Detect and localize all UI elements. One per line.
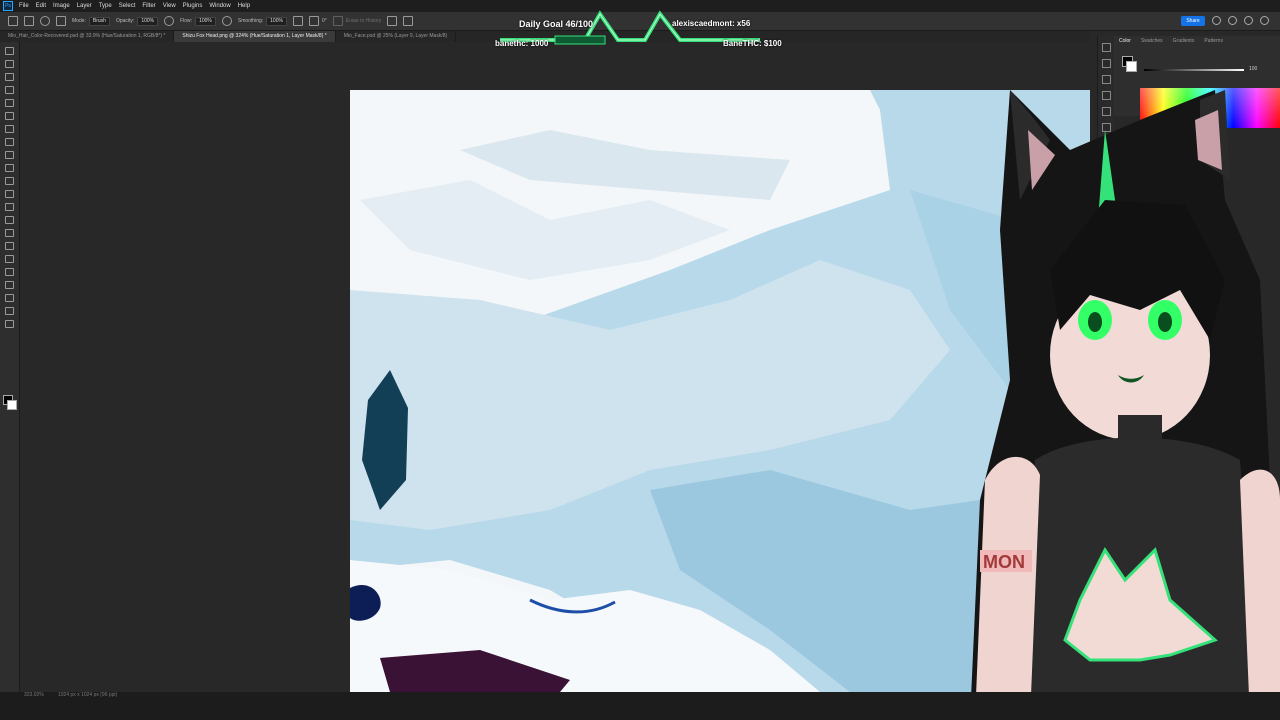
document-info: 1024 px x 1024 px (96 ppi) [58, 692, 118, 698]
dodge-tool-icon[interactable] [5, 229, 14, 237]
type-tool-icon[interactable] [5, 255, 14, 263]
crop-tool-icon[interactable] [5, 99, 14, 107]
status-bar: 323.02% 1024 px x 1024 px (96 ppi) [0, 692, 1280, 720]
daily-goal-text: Daily Goal 46/100 [519, 19, 594, 29]
color-slider[interactable] [1144, 69, 1244, 71]
banethc-counter-text: banethc: 1000 [495, 39, 549, 48]
lasso-tool-icon[interactable] [5, 73, 14, 81]
gradient-tool-icon[interactable] [5, 203, 14, 211]
tools-panel [0, 42, 20, 692]
panel-background-swatch[interactable] [1126, 61, 1137, 72]
path-selection-tool-icon[interactable] [5, 268, 14, 276]
sub-counter-text: alexiscaedmont: x56 [672, 19, 751, 28]
pen-tool-icon[interactable] [5, 242, 14, 250]
color-slider-value[interactable]: 100 [1249, 66, 1257, 72]
background-color-swatch[interactable] [7, 400, 17, 410]
eraser-tool-icon[interactable] [5, 190, 14, 198]
shape-tool-icon[interactable] [5, 281, 14, 289]
marquee-tool-icon[interactable] [5, 60, 14, 68]
frame-tool-icon[interactable] [5, 112, 14, 120]
history-brush-tool-icon[interactable] [5, 177, 14, 185]
vtuber-avatar: MON [970, 90, 1280, 720]
banethc-donation-text: BaneTHC: $100 [723, 39, 782, 48]
zoom-level[interactable]: 323.02% [24, 692, 44, 698]
zoom-tool-icon[interactable] [5, 307, 14, 315]
eyedropper-tool-icon[interactable] [5, 125, 14, 133]
healing-brush-tool-icon[interactable] [5, 138, 14, 146]
clone-stamp-tool-icon[interactable] [5, 164, 14, 172]
play-actions-icon[interactable] [1101, 59, 1111, 68]
brush-tool-icon[interactable] [5, 151, 14, 159]
stream-goal-bar [500, 10, 760, 45]
more-tools-icon[interactable] [5, 320, 14, 328]
magic-wand-tool-icon[interactable] [5, 86, 14, 94]
hand-tool-icon[interactable] [5, 294, 14, 302]
svg-text:MON: MON [983, 552, 1025, 572]
blur-tool-icon[interactable] [5, 216, 14, 224]
